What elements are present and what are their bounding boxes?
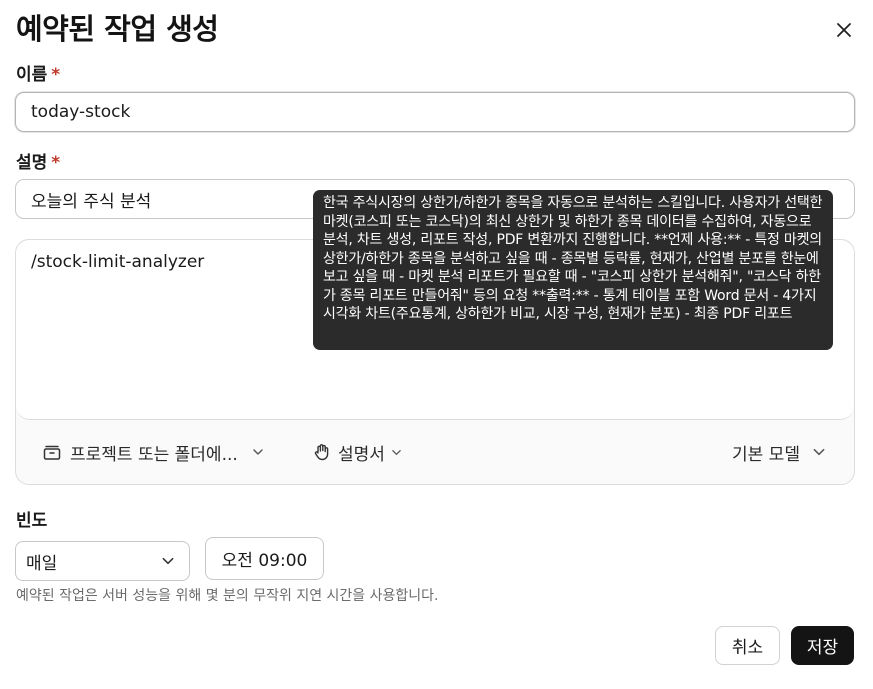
- chevron-down-icon: [392, 449, 401, 455]
- frequency-select[interactable]: 매일: [15, 541, 190, 581]
- frequency-hint: 예약된 작업은 서버 성능을 위해 몇 분의 무작위 지연 시간을 사용합니다.: [16, 588, 439, 604]
- description-input-value: 오늘의 주식 분석: [31, 191, 152, 212]
- prompt-input-value: /stock-limit-analyzer: [31, 252, 205, 272]
- model-label: 기본 모델: [732, 444, 800, 465]
- name-input-value: today-stock: [31, 102, 131, 122]
- name-label: 이름 *: [16, 65, 61, 85]
- save-button[interactable]: 저장: [791, 626, 854, 665]
- time-value: 오전 09:00: [221, 551, 308, 571]
- instructions-selector[interactable]: 설명서: [312, 440, 402, 465]
- chevron-down-icon: [813, 448, 825, 456]
- close-icon: [837, 23, 851, 37]
- required-mark: *: [51, 65, 61, 85]
- frequency-selected-value: 매일: [26, 553, 58, 574]
- cancel-button[interactable]: 취소: [715, 626, 780, 665]
- model-selector[interactable]: 기본 모델: [732, 440, 826, 465]
- name-input[interactable]: today-stock: [15, 92, 855, 132]
- skill-description-tooltip: 한국 주식시장의 상한가/하한가 종목을 자동으로 분석하는 스킬입니다. 사용…: [313, 190, 833, 350]
- chevron-down-icon: [162, 557, 174, 565]
- required-mark: *: [51, 153, 61, 173]
- chevron-down-icon: [253, 449, 263, 455]
- frequency-label: 빈도: [16, 511, 48, 531]
- project-folder-selector[interactable]: 프로젝트 또는 폴더에...: [42, 440, 264, 465]
- description-label: 설명 *: [16, 153, 61, 173]
- close-button[interactable]: [830, 16, 858, 44]
- folder-box-icon: [43, 445, 61, 460]
- instructions-label: 설명서: [338, 444, 385, 465]
- dialog-title: 예약된 작업 생성: [16, 12, 219, 46]
- hand-icon: [314, 444, 329, 461]
- time-input[interactable]: 오전 09:00: [205, 537, 324, 580]
- tooltip-text: 한국 주식시장의 상한가/하한가 종목을 자동으로 분석하는 스킬입니다. 사용…: [323, 195, 823, 322]
- project-folder-label: 프로젝트 또는 폴더에...: [70, 444, 238, 465]
- create-scheduled-task-dialog: 예약된 작업 생성 이름 * today-stock 설명 * 오늘의 주식 분석 …: [0, 0, 873, 689]
